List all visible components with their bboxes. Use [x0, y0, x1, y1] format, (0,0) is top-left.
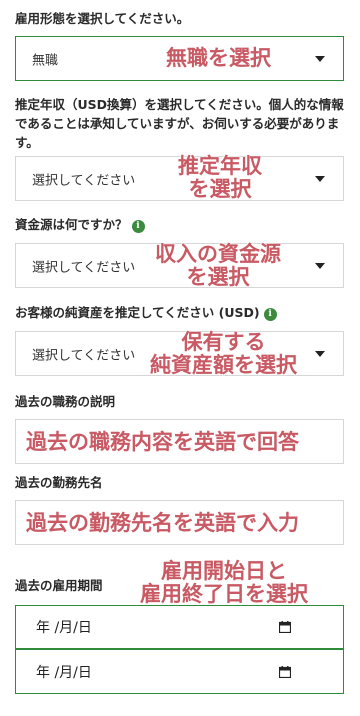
source-of-funds-annotation: 収入の資金源 を選択: [155, 242, 281, 289]
employment-end-date-input[interactable]: 年 /月/日: [15, 649, 344, 694]
chevron-down-icon: [315, 55, 325, 62]
net-worth-label-text: お客様の純資産を推定してください (USD): [15, 305, 260, 320]
employment-status-label: 雇用形態を選択してください。: [15, 11, 190, 26]
employment-period-annotation: 雇用開始日と 雇用終了日を選択: [140, 559, 308, 606]
income-placeholder: 選択してください: [32, 173, 136, 188]
end-date-value: 年 /月/日: [36, 664, 92, 681]
calendar-icon[interactable]: [279, 621, 291, 633]
employment-start-date-input[interactable]: 年 /月/日: [15, 605, 344, 649]
chevron-down-icon: [315, 350, 325, 357]
start-date-value: 年 /月/日: [36, 620, 92, 636]
net-worth-label: お客様の純資産を推定してください (USD) i: [15, 303, 277, 322]
chevron-down-icon: [315, 175, 325, 182]
employer-name-label: 過去の勤務先名: [15, 475, 103, 490]
info-icon[interactable]: i: [131, 220, 145, 233]
job-description-annotation: 過去の職務内容を英語で回答: [26, 430, 299, 454]
employer-name-annotation: 過去の勤務先名を英語で入力: [26, 511, 299, 535]
net-worth-annotation: 保有する 純資産額を選択: [150, 330, 297, 377]
income-label: 推定年収（USD換算）を選択してください。個人的な情報であることは承知しています…: [15, 97, 344, 150]
income-annotation: 推定年収 を選択: [178, 154, 262, 201]
source-of-funds-label: 資金源は何ですか？ i: [15, 215, 145, 234]
chevron-down-icon: [315, 262, 325, 269]
calendar-icon[interactable]: [279, 665, 291, 678]
employment-period-label: 過去の雇用期間: [15, 578, 103, 593]
source-of-funds-placeholder: 選択してください: [32, 260, 136, 275]
info-icon[interactable]: i: [263, 308, 277, 321]
source-of-funds-label-text: 資金源は何ですか？: [15, 217, 128, 232]
net-worth-placeholder: 選択してください: [32, 348, 136, 363]
employment-status-annotation: 無職を選択: [166, 46, 271, 70]
job-description-label: 過去の職務の説明: [15, 394, 116, 409]
employment-status-value: 無職: [32, 53, 59, 68]
